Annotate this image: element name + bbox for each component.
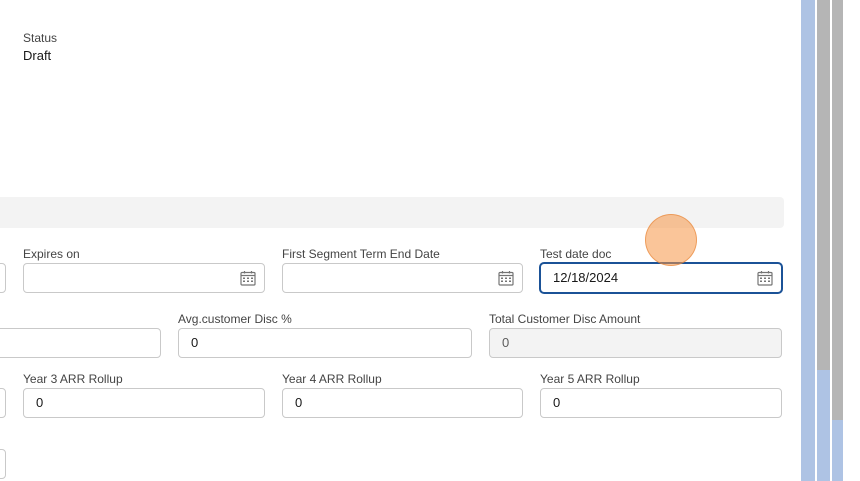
test-date-doc-value: 12/18/2024	[553, 270, 619, 285]
year4-arr-rollup-input[interactable]: 0	[282, 388, 523, 418]
year4-arr-rollup-label: Year 4 ARR Rollup	[282, 372, 382, 386]
calendar-icon[interactable]	[757, 270, 773, 286]
truncated-field-left-row4[interactable]	[0, 449, 6, 479]
avg-customer-disc-input[interactable]: 0	[178, 328, 472, 358]
calendar-icon[interactable]	[498, 270, 514, 286]
total-customer-disc-amount-field: 0	[489, 328, 782, 358]
test-date-doc-label: Test date doc	[540, 247, 612, 261]
total-customer-disc-amount-label: Total Customer Disc Amount	[489, 312, 641, 326]
test-date-doc-input[interactable]: 12/18/2024	[540, 263, 782, 293]
scrollbar-track-outer[interactable]	[801, 0, 815, 481]
scrollbar-thumb-middle[interactable]	[817, 0, 830, 370]
year5-arr-rollup-input[interactable]: 0	[540, 388, 782, 418]
year3-arr-rollup-input[interactable]: 0	[23, 388, 265, 418]
year3-arr-rollup-label: Year 3 ARR Rollup	[23, 372, 123, 386]
click-indicator	[645, 214, 697, 266]
status-label: Status	[23, 31, 58, 45]
expires-on-label: Expires on	[23, 247, 80, 261]
first-segment-term-end-date-label: First Segment Term End Date	[282, 247, 440, 261]
scrollbar-thumb-inner[interactable]	[832, 0, 843, 420]
truncated-field-left-row1[interactable]	[0, 263, 6, 293]
calendar-icon[interactable]	[240, 270, 256, 286]
status-value: Draft	[23, 48, 52, 63]
expires-on-input[interactable]	[23, 263, 265, 293]
avg-customer-disc-label: Avg.customer Disc %	[178, 312, 292, 326]
truncated-field-left-row2[interactable]	[0, 328, 161, 358]
year5-arr-rollup-label: Year 5 ARR Rollup	[540, 372, 640, 386]
truncated-field-left-row3[interactable]	[0, 388, 6, 418]
first-segment-term-end-date-input[interactable]	[282, 263, 523, 293]
